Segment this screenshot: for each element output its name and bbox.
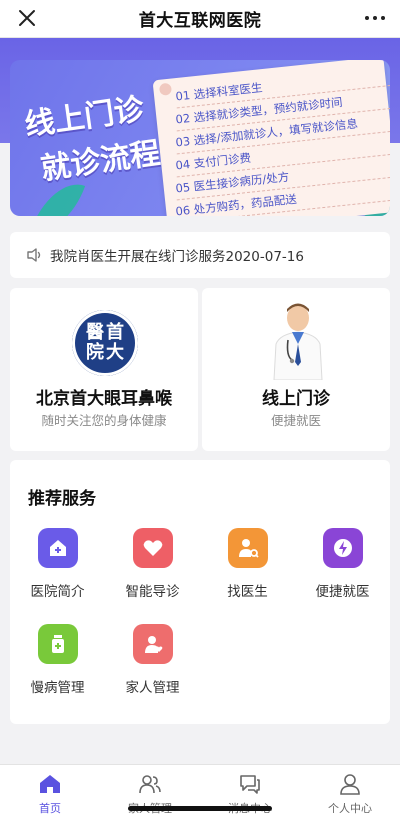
heart-icon xyxy=(132,528,173,568)
service-label: 家人管理 xyxy=(125,680,180,696)
title-bar: 首大互联网医院 xyxy=(0,0,400,38)
home-indicator xyxy=(128,806,272,811)
notice-text: 我院肖医生开展在线门诊服务2020-07-16 xyxy=(50,249,304,265)
hospital-subtitle: 随时关注您的身体健康 xyxy=(41,413,167,428)
online-clinic-card[interactable]: 线上门诊 便捷就医 xyxy=(202,288,390,451)
hospital-icon xyxy=(37,528,78,568)
service-smart-guide[interactable]: 智能导诊 xyxy=(105,528,200,600)
service-label: 便捷就医 xyxy=(315,584,370,600)
service-label: 医院简介 xyxy=(30,584,85,600)
service-hospital-intro[interactable]: 医院简介 xyxy=(10,528,105,600)
service-chronic-disease[interactable]: 慢病管理 xyxy=(10,624,105,696)
page-title: 首大互联网医院 xyxy=(138,11,262,31)
profile-icon xyxy=(340,774,360,795)
doctor-illustration xyxy=(273,303,323,380)
online-clinic-title: 线上门诊 xyxy=(262,389,330,409)
tab-label: 个人中心 xyxy=(328,802,372,815)
family-tab-icon xyxy=(139,775,161,794)
close-icon[interactable] xyxy=(14,7,40,31)
hospital-card[interactable]: 醫首院大 北京首大眼耳鼻喉 随时关注您的身体健康 xyxy=(10,288,198,451)
recommended-services: 推荐服务 医院简介 智能导诊 找医生 便捷就医 慢病管理 家人管理 xyxy=(10,460,390,724)
lightning-icon xyxy=(322,528,363,568)
medicine-bottle-icon xyxy=(37,624,78,664)
tab-home[interactable]: 首页 xyxy=(0,765,100,819)
message-icon xyxy=(240,775,260,794)
service-convenient[interactable]: 便捷就医 xyxy=(295,528,390,600)
service-label: 智能导诊 xyxy=(125,584,180,600)
process-steps: 01 选择科室医生 02 选择就诊类型，预约就诊时间 03 选择/添加就诊人，填… xyxy=(174,62,390,216)
hospital-logo: 醫首院大 xyxy=(72,310,138,376)
more-icon[interactable] xyxy=(362,8,388,28)
doctor-search-icon xyxy=(227,528,268,568)
consultation-process-banner[interactable]: 01 选择科室医生 02 选择就诊类型，预约就诊时间 03 选择/添加就诊人，填… xyxy=(10,60,390,216)
service-family[interactable]: 家人管理 xyxy=(105,624,200,696)
service-label: 慢病管理 xyxy=(30,680,85,696)
online-clinic-subtitle: 便捷就医 xyxy=(270,413,321,428)
notice-bar[interactable]: 我院肖医生开展在线门诊服务2020-07-16 xyxy=(10,232,390,278)
services-title: 推荐服务 xyxy=(28,489,96,509)
tab-profile[interactable]: 个人中心 xyxy=(300,765,400,819)
home-icon xyxy=(40,775,60,793)
speaker-icon xyxy=(27,248,41,262)
family-icon xyxy=(132,624,173,664)
service-find-doctor[interactable]: 找医生 xyxy=(200,528,295,600)
tab-label: 首页 xyxy=(39,802,61,815)
hospital-name: 北京首大眼耳鼻喉 xyxy=(36,389,172,409)
service-label: 找医生 xyxy=(227,584,268,600)
